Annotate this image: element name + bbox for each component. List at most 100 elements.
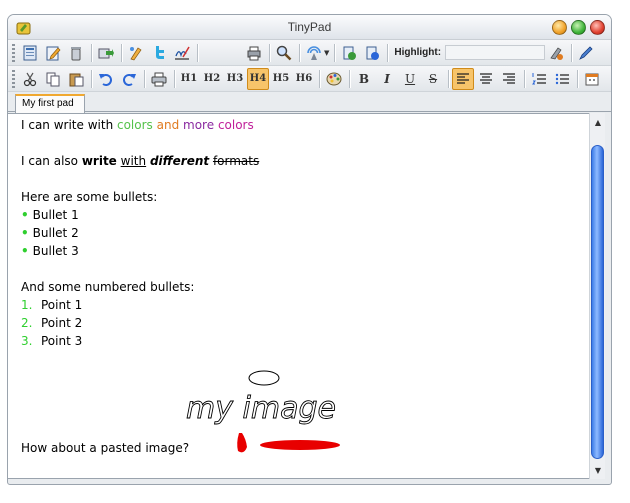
trash-icon [71, 46, 81, 60]
print-preview-button[interactable] [243, 42, 265, 64]
tab-my-first-pad[interactable]: My first pad [15, 94, 85, 113]
numbered-list-button[interactable] [528, 68, 550, 90]
toolbar-separator [577, 69, 578, 88]
orange-word: and [152, 118, 184, 132]
numbered-heading: And some numbered bullets: [21, 280, 195, 294]
numbered-text: Point 3 [41, 334, 83, 348]
window-title: TinyPad [287, 20, 332, 34]
scroll-down-icon[interactable]: ▼ [591, 462, 605, 478]
heading-6-label: H6 [295, 73, 313, 84]
bullets-heading: Here are some bullets: [21, 190, 158, 204]
signature-button[interactable] [171, 42, 193, 64]
tinypad-window: TinyPad ▼ Highlight: H1 H2 H3 H4 H5 H6 B… [7, 14, 612, 485]
heading-2-button[interactable]: H2 [201, 68, 223, 90]
heading-4-button[interactable]: H4 [247, 67, 269, 90]
align-center-button[interactable] [475, 68, 497, 90]
print-button[interactable] [148, 68, 170, 90]
title-bar[interactable]: TinyPad [8, 15, 611, 40]
cut-button[interactable] [19, 68, 41, 90]
heading-1-label: H1 [180, 73, 198, 84]
toolbar-separator [571, 43, 573, 62]
bullet-marker: • [21, 208, 29, 222]
color-palette-button[interactable] [323, 68, 345, 90]
bullet-text: Bullet 3 [32, 244, 79, 258]
green-word: colors [116, 118, 153, 132]
edit-icon [46, 46, 61, 60]
strikethrough-word: formats [212, 154, 260, 168]
delete-pad-button[interactable] [65, 42, 87, 64]
heading-3-button[interactable]: H3 [224, 68, 246, 90]
minimize-button[interactable] [552, 20, 567, 35]
bullet-item: • Bullet 3 [21, 242, 581, 260]
scroll-thumb[interactable] [591, 145, 604, 459]
numbered-text: Point 1 [41, 298, 83, 312]
underline-button[interactable]: U [399, 68, 421, 90]
paste-icon [69, 73, 84, 86]
export-icon [98, 48, 114, 58]
new-pad-button[interactable] [19, 42, 41, 64]
pasted-image[interactable]: my image [184, 363, 354, 463]
pad-editor[interactable]: I can write with colors and more colors … [8, 113, 598, 479]
undo-button[interactable] [95, 68, 117, 90]
numbered-item: 3. Point 3 [21, 332, 581, 350]
copy-style-button[interactable] [338, 42, 360, 64]
search-button[interactable] [273, 42, 295, 64]
printer-icon [151, 72, 167, 86]
bullet-item: • Bullet 2 [21, 224, 581, 242]
broadcast-button[interactable] [303, 42, 325, 64]
align-left-button[interactable] [452, 67, 474, 90]
pad-tab-strip: My first pad [8, 92, 611, 113]
align-right-icon [503, 72, 515, 84]
heading-3-label: H3 [226, 73, 244, 84]
insert-date-button[interactable] [581, 68, 603, 90]
bullet-marker: • [21, 226, 29, 240]
paste-style-button[interactable] [361, 42, 383, 64]
numbered-item: 2. Point 2 [21, 314, 581, 332]
edit-pad-button[interactable] [42, 42, 64, 64]
toolbar-grip[interactable] [12, 69, 15, 88]
toolbar-separator [299, 43, 300, 62]
toolbar-separator [387, 43, 389, 62]
new-icon [23, 45, 37, 60]
number-marker: 1. [21, 298, 33, 312]
numbered-item: 1. Point 1 [21, 296, 581, 314]
italic-button[interactable]: I [376, 68, 398, 90]
main-toolbar: ▼ Highlight: [8, 40, 611, 66]
align-right-button[interactable] [498, 68, 520, 90]
copy-style-icon [343, 46, 357, 60]
export-button[interactable] [95, 42, 117, 64]
paste-button[interactable] [65, 68, 87, 90]
calendar-icon [585, 73, 599, 85]
highlight-input[interactable] [445, 45, 546, 60]
chevron-down-icon[interactable]: ▼ [324, 49, 329, 57]
copy-button[interactable] [42, 68, 64, 90]
toolbar-separator [91, 43, 92, 62]
toolbar-grip[interactable] [12, 43, 15, 62]
close-button[interactable] [590, 20, 605, 35]
pen-button[interactable] [575, 42, 597, 64]
heading-6-button[interactable]: H6 [293, 68, 315, 90]
bullet-list-button[interactable] [551, 68, 573, 90]
redo-icon [123, 73, 136, 86]
vertical-scrollbar[interactable]: ▲ ▼ [589, 113, 605, 479]
bold-button[interactable]: B [353, 68, 375, 90]
maximize-button[interactable] [571, 20, 586, 35]
italic-label: I [384, 71, 390, 86]
heading-5-button[interactable]: H5 [270, 68, 292, 90]
signature-icon [175, 46, 190, 60]
clean-button[interactable] [125, 42, 147, 64]
undo-icon [99, 73, 112, 86]
toolbar-separator [144, 69, 145, 88]
paste-style-icon [366, 46, 380, 60]
redo-button[interactable] [118, 68, 140, 90]
clear-highlight-button[interactable] [545, 42, 567, 64]
scroll-up-icon[interactable]: ▲ [591, 114, 605, 130]
text-run: I can also [21, 154, 82, 168]
strikethrough-button[interactable]: S [422, 68, 444, 90]
twitter-button[interactable] [148, 42, 170, 64]
heading-4-label: H4 [249, 73, 267, 84]
twitter-icon [156, 45, 164, 59]
heading-1-button[interactable]: H1 [178, 68, 200, 90]
toolbar-separator [91, 69, 92, 88]
formatted-text-line: I can also write with different formats [21, 152, 581, 170]
